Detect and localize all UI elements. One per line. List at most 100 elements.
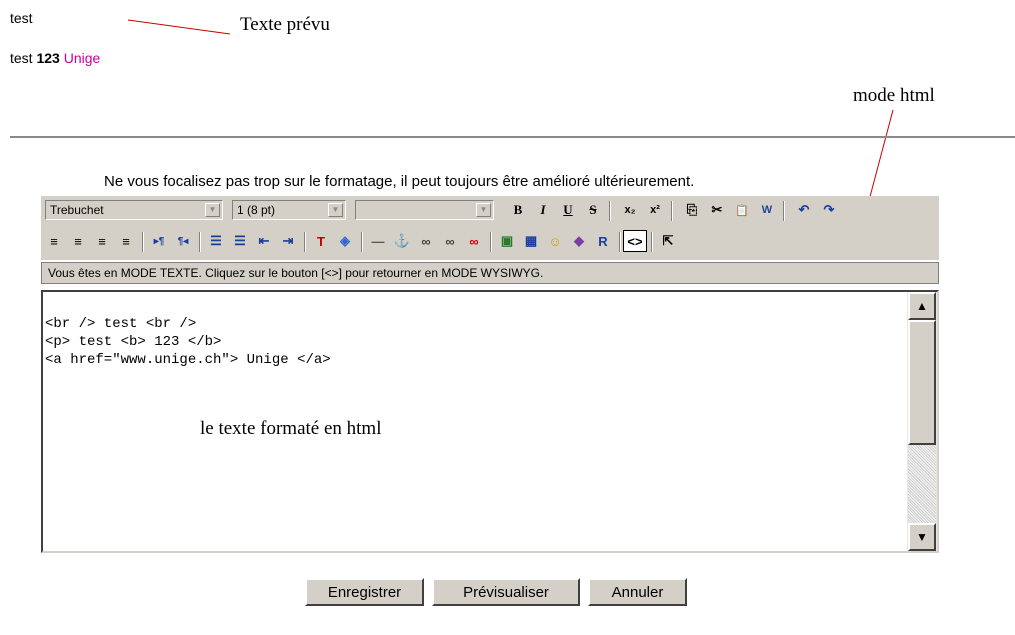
align-left-button[interactable]: ≡ <box>43 230 65 252</box>
toolbar-divider <box>651 232 653 252</box>
paste-word-icon: W <box>761 204 773 216</box>
chevron-down-icon: ▼ <box>328 203 343 217</box>
horizontal-rule-icon: — <box>371 233 385 249</box>
text-color-icon: T <box>317 233 325 249</box>
toolbar-divider <box>619 232 621 252</box>
align-right-icon: ≡ <box>98 233 106 249</box>
hint-text: Ne vous focalisez pas trop sur le format… <box>104 173 695 190</box>
remove-link-icon: ∞ <box>469 233 479 249</box>
toolbar-divider <box>304 232 306 252</box>
paste-icon: 📋 <box>735 204 749 217</box>
arrow-mode-html <box>866 109 894 209</box>
bg-color-icon: ◈ <box>340 233 350 248</box>
font-select-value: Trebuchet <box>50 203 104 217</box>
save-button[interactable]: Enregistrer <box>305 578 424 606</box>
scrollbar-thumb[interactable] <box>908 320 936 445</box>
editor-toolbar: Trebuchet ▼ 1 (8 pt) ▼ ▼ B I U S x₂ x² ⎘… <box>41 196 939 260</box>
remove-link-button[interactable]: ∞ <box>463 230 485 252</box>
strikethrough-button[interactable]: S <box>582 199 604 221</box>
toolbar-divider <box>609 201 611 221</box>
underline-icon: U <box>563 202 573 217</box>
align-right-button[interactable]: ≡ <box>91 230 113 252</box>
italic-button[interactable]: I <box>532 199 554 221</box>
chevron-down-icon: ▼ <box>476 203 491 217</box>
table-button[interactable]: ▦ <box>520 230 542 252</box>
unlink-button[interactable]: ∞ <box>439 230 461 252</box>
cut-button[interactable]: ✂ <box>706 199 728 221</box>
separator-line <box>10 136 1015 138</box>
preview-button[interactable]: Prévisualiser <box>432 578 580 606</box>
fullscreen-icon: ⇱ <box>662 233 674 248</box>
indent-icon: ⇥ <box>282 233 294 248</box>
copy-button[interactable]: ⎘ <box>681 199 703 221</box>
rtl-button[interactable]: ¶◂ <box>172 230 194 252</box>
fullscreen-button[interactable]: ⇱ <box>657 230 679 252</box>
align-justify-button[interactable]: ≡ <box>115 230 137 252</box>
paste-special-button[interactable]: R <box>592 230 614 252</box>
scrollbar[interactable]: ▲ ▼ <box>907 292 937 551</box>
redo-button[interactable]: ↷ <box>818 199 840 221</box>
copy-icon: ⎘ <box>686 202 698 217</box>
toolbar-divider <box>142 232 144 252</box>
outdent-button[interactable]: ⇤ <box>253 230 275 252</box>
ltr-icon: ▸¶ <box>153 235 165 247</box>
strikethrough-icon: S <box>589 202 597 217</box>
text-color-button[interactable]: T <box>310 230 332 252</box>
unordered-list-icon: ☰ <box>234 233 246 248</box>
horizontal-rule-button[interactable]: — <box>367 230 389 252</box>
chevron-down-icon: ▼ <box>205 203 220 217</box>
link-button[interactable]: ∞ <box>415 230 437 252</box>
special-char-icon: ◆ <box>574 233 584 248</box>
italic-icon: I <box>540 202 546 217</box>
toolbar-divider <box>361 232 363 252</box>
subscript-button[interactable]: x₂ <box>619 199 641 221</box>
smiley-button[interactable]: ☺ <box>544 230 566 252</box>
paste-button[interactable]: 📋 <box>731 199 753 221</box>
underline-button[interactable]: U <box>557 199 579 221</box>
ordered-list-button[interactable]: ☰ <box>205 230 227 252</box>
annotation-mode-html: mode html <box>853 85 935 106</box>
size-select[interactable]: 1 (8 pt) ▼ <box>232 200 346 220</box>
special-char-button[interactable]: ◆ <box>568 230 590 252</box>
bold-button[interactable]: B <box>507 199 529 221</box>
unordered-list-button[interactable]: ☰ <box>229 230 251 252</box>
arrow-down-icon: ▼ <box>916 530 928 544</box>
scroll-down-button[interactable]: ▼ <box>908 523 936 551</box>
html-editor-textarea[interactable]: <br /> test <br /> <p> test <b> 123 </b>… <box>41 290 939 553</box>
ltr-button[interactable]: ▸¶ <box>148 230 170 252</box>
cancel-button[interactable]: Annuler <box>588 578 687 606</box>
arrow-up-icon: ▲ <box>916 299 928 313</box>
toolbar-divider <box>671 201 673 221</box>
rtl-icon: ¶◂ <box>177 235 189 247</box>
toolbar-divider <box>490 232 492 252</box>
align-left-icon: ≡ <box>50 233 58 249</box>
image-button[interactable]: ▣ <box>496 230 518 252</box>
style-select[interactable]: ▼ <box>355 200 494 220</box>
align-justify-icon: ≡ <box>122 233 130 249</box>
align-center-button[interactable]: ≡ <box>67 230 89 252</box>
subscript-icon: x₂ <box>624 204 636 216</box>
cut-icon: ✂ <box>711 202 723 217</box>
indent-button[interactable]: ⇥ <box>277 230 299 252</box>
paste-word-button[interactable]: W <box>756 199 778 221</box>
arrow-texte-prevu <box>127 19 231 35</box>
bg-color-button[interactable]: ◈ <box>334 230 356 252</box>
scroll-up-button[interactable]: ▲ <box>908 292 936 320</box>
paste-special-icon: R <box>598 233 608 249</box>
status-bar: Vous êtes en MODE TEXTE. Cliquez sur le … <box>41 262 939 284</box>
toolbar-divider <box>783 201 785 221</box>
scrollbar-track[interactable] <box>908 445 936 523</box>
undo-button[interactable]: ↶ <box>793 199 815 221</box>
font-select[interactable]: Trebuchet ▼ <box>45 200 223 220</box>
editor-code: <br /> test <br /> <p> test <b> 123 </b>… <box>45 316 331 368</box>
anchor-button[interactable]: ⚓ <box>391 230 413 252</box>
superscript-icon: x² <box>650 204 660 216</box>
unlink-icon: ∞ <box>445 233 455 249</box>
html-mode-button[interactable]: <> <box>623 230 647 252</box>
smiley-icon: ☺ <box>548 233 562 249</box>
superscript-button[interactable]: x² <box>644 199 666 221</box>
bold-icon: B <box>513 202 523 217</box>
table-icon: ▦ <box>524 233 538 248</box>
redo-icon: ↷ <box>823 202 835 217</box>
undo-icon: ↶ <box>798 202 810 217</box>
